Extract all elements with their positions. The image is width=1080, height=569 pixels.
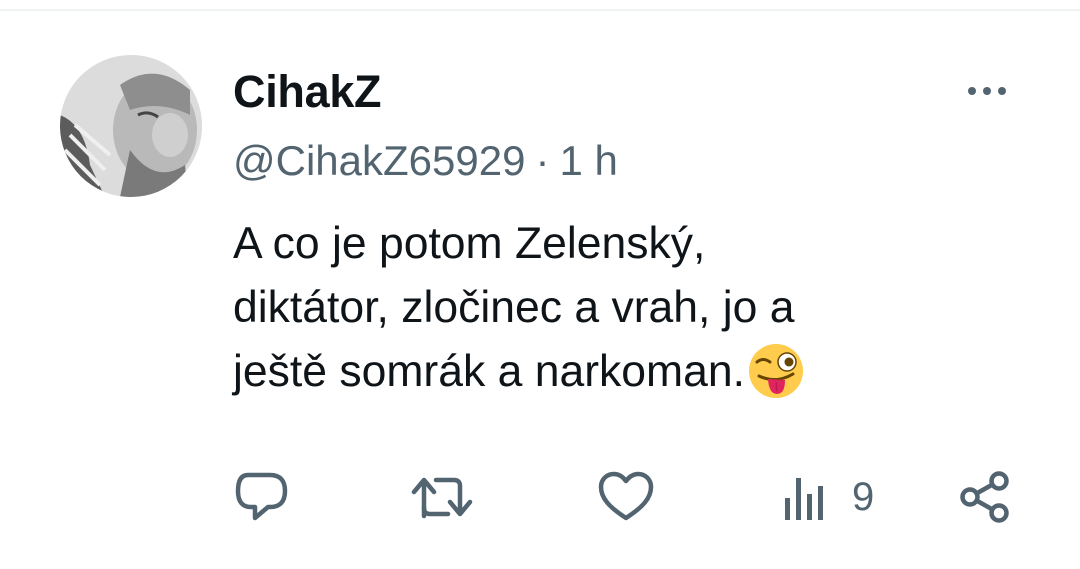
more-button[interactable] xyxy=(955,76,1019,106)
reply-icon xyxy=(235,472,288,521)
more-dot xyxy=(998,87,1006,95)
tweet-text-line: diktátor, zločinec a vrah, jo a xyxy=(233,283,795,332)
profile-photo-icon xyxy=(60,55,202,197)
share-icon xyxy=(960,471,1009,523)
display-name[interactable]: CihakZ xyxy=(233,66,382,118)
tweet-text: A co je potom Zelenský, diktátor, zločin… xyxy=(233,212,1053,404)
tweet-text-last: ještě somrák a narkoman. xyxy=(233,347,745,396)
top-divider xyxy=(0,9,1080,11)
views-count: 9 xyxy=(852,475,875,519)
reply-button[interactable] xyxy=(234,470,290,524)
repost-icon xyxy=(411,477,473,519)
more-dot xyxy=(983,87,991,95)
views-button[interactable]: 9 xyxy=(782,470,874,524)
repost-button[interactable] xyxy=(410,470,474,524)
timestamp[interactable]: 1 h xyxy=(559,137,617,184)
tweet-text-line: ještě somrák a narkoman. xyxy=(233,340,1053,404)
like-button[interactable] xyxy=(597,470,655,524)
views-chart-icon xyxy=(785,478,823,520)
handle[interactable]: @CihakZ65929 xyxy=(233,137,525,184)
winking-face-with-tongue-icon xyxy=(748,344,803,398)
share-button[interactable] xyxy=(957,470,1015,524)
more-horizontal-icon xyxy=(968,87,976,95)
tweet-meta: @CihakZ65929 · 1 h xyxy=(233,136,618,186)
heart-icon xyxy=(598,471,654,521)
meta-separator: · xyxy=(535,137,550,184)
tweet-text-line: A co je potom Zelenský, xyxy=(233,219,706,268)
avatar[interactable] xyxy=(60,55,202,197)
